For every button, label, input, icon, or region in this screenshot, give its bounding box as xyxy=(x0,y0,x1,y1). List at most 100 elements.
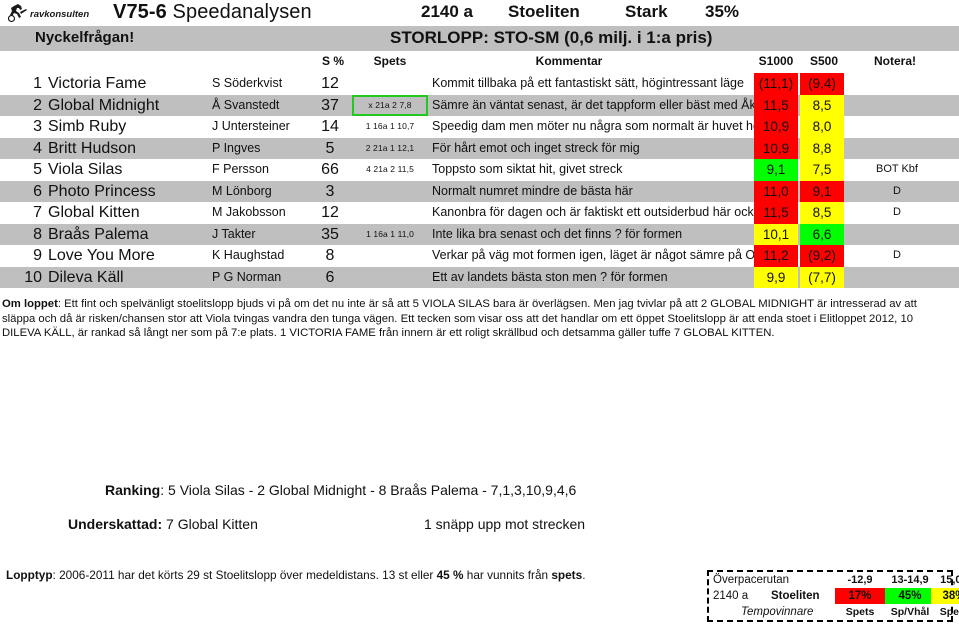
notera-value xyxy=(852,224,942,246)
notera-value xyxy=(852,116,942,138)
kommentar-text: Speedig dam men möter nu några som norma… xyxy=(432,119,754,133)
lopptyp-pct: 45 % xyxy=(436,568,464,582)
horse-table: 1 Victoria Fame S Söderkvist 12 Kommit tillb… xyxy=(0,73,959,288)
s500-value: 8,5 xyxy=(800,202,844,224)
horse-number: 2 xyxy=(33,96,42,114)
race-code: V75-6 xyxy=(113,1,167,23)
kommentar-text: Ett av landets bästa ston men ? för form… xyxy=(432,269,668,284)
spets-value xyxy=(352,267,428,289)
driver-name: K Haughstad xyxy=(212,248,285,262)
table-row: 9 Love You More K Haughstad 8 Verkar på väg … xyxy=(0,245,959,267)
speedanalysen-sheet: ravkonsulten V75-6 Speedanalysen 2140 a … xyxy=(0,0,959,631)
lopptyp-text-1: : 2006-2011 har det körts 29 st Stoelits… xyxy=(52,568,437,582)
spets-value: 2 21a 1 12,1 xyxy=(365,142,415,153)
s-percent-value: 5 xyxy=(325,139,335,157)
kommentar-text: Verkar på väg mot formen igen, läget är … xyxy=(432,248,754,262)
table-row: 4 Britt Hudson P Ingves 5 2 21a 1 12,1 För hå… xyxy=(0,137,959,160)
race-percent: 35% xyxy=(705,2,740,21)
overpaceruta-distance: 2140 a xyxy=(713,590,749,602)
notera-value: D xyxy=(893,184,901,197)
s1000-value: 9,1 xyxy=(754,159,798,181)
driver-name: J Untersteiner xyxy=(212,119,290,133)
underskattad-value: 7 Global Kitten xyxy=(166,516,258,532)
s500-value: 9,1 xyxy=(800,180,844,202)
s1000-value: 9,9 xyxy=(754,266,798,288)
kommentar-text: Normalt numret mindre de bästa här xyxy=(432,183,633,198)
s500-value: 8,8 xyxy=(800,137,844,159)
overpaceruta-pct-2: 45% xyxy=(885,588,935,604)
s-percent-value: 6 xyxy=(325,268,335,286)
s-percent-value: 12 xyxy=(321,75,339,92)
title-text: Speedanalysen xyxy=(172,1,312,23)
spets-value xyxy=(352,181,428,203)
tempovinnare-row: Tempovinnare Spets Sp/Vhål Spets xyxy=(709,604,959,620)
horse-number: 7 xyxy=(33,204,42,221)
overpaceruta-pct-3: 38% xyxy=(931,588,959,604)
logo-wordmark: ravkonsulten xyxy=(30,9,89,20)
key-question-label: Nyckelfrågan! xyxy=(35,29,135,46)
key-question-band: Nyckelfrågan! STORLOPP: STO-SM (0,6 milj… xyxy=(0,26,959,51)
s500-value: 8,0 xyxy=(800,116,844,138)
col-header-s1000: S1000 xyxy=(758,54,794,68)
col-header-kommentar: Kommentar xyxy=(535,54,603,68)
lopptyp-text-3: . xyxy=(582,568,586,582)
race-strength: Stark xyxy=(625,2,668,21)
overpaceruta-values-row: 2140 a Stoeliten 17% 45% 38% xyxy=(709,588,959,604)
table-row: 7 Global Kitten M Jakobsson 12 Kanonbra för … xyxy=(0,202,959,224)
s1000-value: 10,9 xyxy=(754,137,798,159)
table-row: 5 Viola Silas F Persson 66 4 21a 2 11,5 Topps… xyxy=(0,159,959,181)
horse-name: Photo Princess xyxy=(48,182,156,200)
s1000-value: 11,0 xyxy=(754,180,798,202)
lopptyp-text-2: har vunnits från xyxy=(463,568,552,582)
table-column-headers: S % Spets Kommentar S1000 S500 Notera! xyxy=(0,54,959,72)
s-percent-value: 66 xyxy=(321,161,339,178)
kommentar-text: Toppsto som siktat hit, givet streck xyxy=(432,162,623,176)
driver-name: P G Norman xyxy=(212,269,282,284)
spets-value: 4 21a 2 11,5 xyxy=(366,164,414,174)
col-header-notera: Notera! xyxy=(873,54,916,68)
driver-name: F Persson xyxy=(212,162,269,176)
s-percent-value: 14 xyxy=(321,118,339,135)
col-header-spets: Spets xyxy=(373,54,407,68)
horse-number: 10 xyxy=(24,268,42,286)
col-header-s500: S500 xyxy=(809,54,839,68)
table-row: 2 Global Midnight Å Svanstedt 37 x 21a 2 7,8… xyxy=(0,94,959,117)
s-percent-value: 35 xyxy=(321,225,339,243)
horse-name: Viola Silas xyxy=(48,161,123,178)
overpaceruta-box: Överpacerutan -12,9 13-14,9 15,0+ 2140 a… xyxy=(707,570,959,622)
notera-value xyxy=(852,267,942,289)
notera-value: D xyxy=(893,249,901,261)
horse-number: 6 xyxy=(33,182,42,200)
s500-value: (7,7) xyxy=(800,266,844,288)
s1000-value: 11,5 xyxy=(754,202,798,224)
page-title: V75-6 Speedanalysen xyxy=(113,1,312,24)
overpaceruta-header-row: Överpacerutan -12,9 13-14,9 15,0+ xyxy=(709,572,959,588)
lopptyp-label: Lopptyp xyxy=(6,568,53,582)
horse-number: 5 xyxy=(33,161,42,178)
tempovinnare-2: Sp/Vhål xyxy=(890,606,930,618)
driver-name: S Söderkvist xyxy=(212,76,283,90)
notera-value xyxy=(852,95,942,117)
s1000-value: (11,1) xyxy=(754,73,798,95)
om-loppet-label: Om loppet xyxy=(2,298,58,310)
kommentar-text: Sämre än väntat senast, är det tappform … xyxy=(432,97,754,112)
kommentar-text: Inte lika bra senast och det finns ? för… xyxy=(432,226,683,241)
om-loppet-paragraph: Om loppet: Ett fint och spelvänligt stoe… xyxy=(2,297,952,341)
driver-name: P Ingves xyxy=(212,140,261,155)
overpaceruta-track: Stoeliten xyxy=(771,590,820,602)
s1000-value: 10,9 xyxy=(754,116,798,138)
horse-number: 4 xyxy=(33,139,42,157)
s1000-value: 10,1 xyxy=(754,223,798,245)
table-row: 10 Dileva Käll P G Norman 6 Ett av landets b… xyxy=(0,266,959,289)
overpaceruta-pct-1: 17% xyxy=(835,588,885,604)
driver-name: M Lönborg xyxy=(212,183,272,198)
lopptyp-line: Lopptyp: 2006-2011 har det körts 29 st S… xyxy=(6,568,585,582)
notera-value xyxy=(852,138,942,160)
horse-sulky-logo-icon: ravkonsulten xyxy=(8,4,89,23)
horse-number: 8 xyxy=(33,225,42,243)
spets-value xyxy=(352,245,428,267)
lopptyp-spets: spets xyxy=(551,568,583,582)
title-bar: ravkonsulten V75-6 Speedanalysen 2140 a … xyxy=(0,0,959,26)
s500-value: 6,6 xyxy=(800,223,844,245)
s-percent-value: 12 xyxy=(321,204,339,221)
